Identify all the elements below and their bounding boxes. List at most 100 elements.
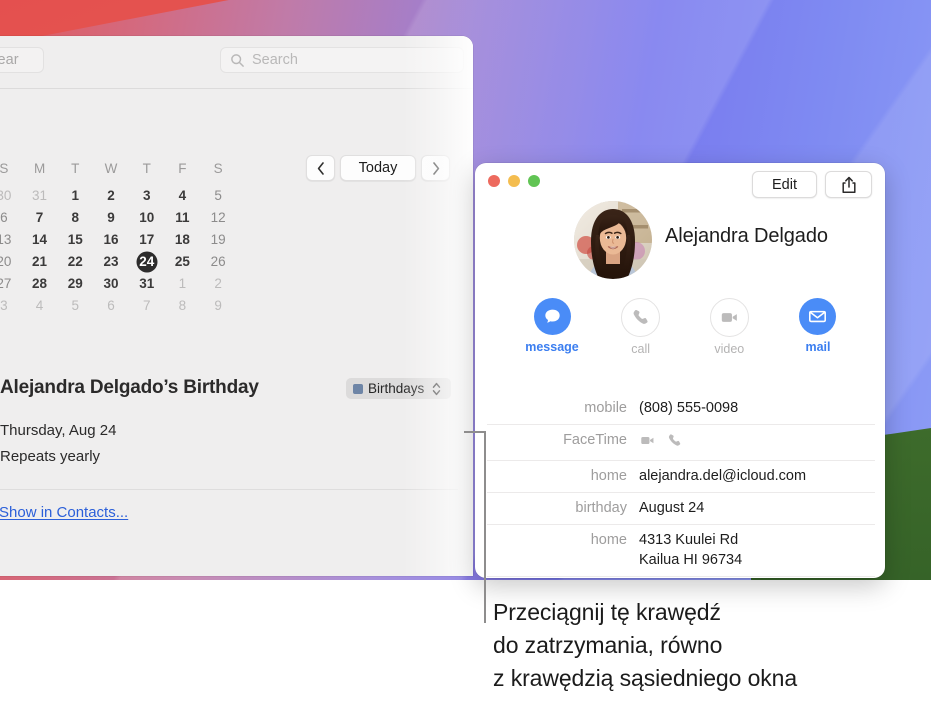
calendar-day-20[interactable]: 20 bbox=[0, 251, 22, 273]
calendar-day-25[interactable]: 25 bbox=[165, 251, 201, 273]
calendar-day-11[interactable]: 11 bbox=[165, 207, 201, 229]
calendar-window: Year Search SMTWTFS 30311234567891011121… bbox=[0, 36, 473, 576]
contact-detail-row[interactable]: home 4313 Kuulei Rd Kailua HI 96734 bbox=[487, 525, 875, 577]
contact-detail-label: mobile bbox=[584, 400, 627, 416]
calendar-day-10[interactable]: 10 bbox=[129, 207, 165, 229]
calendar-day-9[interactable]: 9 bbox=[93, 207, 129, 229]
contact-detail-value: 4313 Kuulei Rd Kailua HI 96734 bbox=[639, 532, 743, 568]
calendar-day-3[interactable]: 3 bbox=[0, 295, 22, 317]
video-icon-button[interactable] bbox=[639, 432, 656, 454]
calendar-day-5[interactable]: 5 bbox=[200, 185, 236, 207]
calendar-prev-button[interactable] bbox=[306, 155, 335, 181]
calendar-search-field[interactable]: Search bbox=[220, 47, 464, 73]
weekday-header-6: S bbox=[213, 161, 223, 176]
edit-button[interactable]: Edit bbox=[752, 171, 817, 198]
calendar-view-year-button[interactable]: Year bbox=[0, 47, 44, 73]
calendar-day-15[interactable]: 15 bbox=[57, 229, 93, 251]
calendar-day-8[interactable]: 8 bbox=[57, 207, 93, 229]
calendar-day-7[interactable]: 7 bbox=[22, 207, 58, 229]
share-icon bbox=[841, 176, 856, 193]
event-date-line: Thursday, Aug 24 bbox=[0, 422, 117, 439]
calendar-day-6[interactable]: 6 bbox=[93, 295, 129, 317]
phone-icon bbox=[633, 309, 648, 324]
caption-line: Przeciągnij tę krawędź bbox=[493, 599, 721, 625]
calendar-day-30[interactable]: 30 bbox=[0, 185, 22, 207]
contact-action-call[interactable]: call bbox=[609, 298, 673, 356]
window-traffic-lights bbox=[488, 175, 540, 187]
contact-detail-value: (808) 555-0098 bbox=[639, 400, 739, 416]
calendar-search-placeholder: Search bbox=[252, 52, 298, 68]
contact-detail-label: FaceTime bbox=[563, 432, 627, 448]
calendar-day-5[interactable]: 5 bbox=[57, 295, 93, 317]
chevron-right-icon bbox=[432, 161, 439, 175]
event-calendar-popup[interactable]: Birthdays bbox=[346, 378, 451, 399]
contact-action-video[interactable]: video bbox=[697, 298, 761, 356]
message-icon bbox=[544, 309, 560, 323]
calendar-day-12[interactable]: 12 bbox=[200, 207, 236, 229]
calendar-day-4[interactable]: 4 bbox=[22, 295, 58, 317]
calendar-day-24[interactable]: 24 bbox=[129, 251, 165, 273]
contact-detail-row[interactable]: home alejandra.del@icloud.com bbox=[487, 461, 875, 493]
calendar-day-31[interactable]: 31 bbox=[22, 185, 58, 207]
calendar-day-26[interactable]: 26 bbox=[200, 251, 236, 273]
minimize-button[interactable] bbox=[508, 175, 520, 187]
calendar-color-swatch-icon bbox=[353, 383, 363, 394]
calendar-day-29[interactable]: 29 bbox=[57, 273, 93, 295]
contact-detail-label: birthday bbox=[575, 500, 627, 516]
calendar-day-19[interactable]: 19 bbox=[200, 229, 236, 251]
contact-action-label-mail: mail bbox=[805, 340, 831, 354]
contact-detail-row[interactable]: FaceTime bbox=[487, 425, 875, 461]
calendar-day-22[interactable]: 22 bbox=[57, 251, 93, 273]
contact-action-label-video: video bbox=[714, 342, 745, 356]
month-week-row: 3456789 bbox=[0, 295, 236, 317]
calendar-day-2[interactable]: 2 bbox=[200, 273, 236, 295]
contact-detail-row[interactable]: mobile (808) 555-0098 bbox=[487, 393, 875, 425]
share-button[interactable] bbox=[825, 171, 872, 198]
calendar-day-8[interactable]: 8 bbox=[165, 295, 201, 317]
event-repeat-line: Repeats yearly bbox=[0, 448, 101, 465]
calendar-next-button[interactable] bbox=[421, 155, 450, 181]
calendar-day-13[interactable]: 13 bbox=[0, 229, 22, 251]
weekday-header-2: T bbox=[71, 161, 80, 176]
chevron-up-down-icon bbox=[433, 382, 441, 395]
search-icon bbox=[231, 54, 244, 67]
calendar-day-2[interactable]: 2 bbox=[93, 185, 129, 207]
contact-action-circle-video bbox=[709, 298, 749, 337]
avatar-photo bbox=[574, 201, 652, 279]
contact-detail-value: alejandra.del@icloud.com bbox=[639, 468, 807, 484]
contact-action-label-message: message bbox=[525, 340, 579, 354]
calendar-day-31[interactable]: 31 bbox=[129, 273, 165, 295]
calendar-day-17[interactable]: 17 bbox=[129, 229, 165, 251]
contact-detail-label: home bbox=[590, 468, 627, 484]
calendar-day-30[interactable]: 30 bbox=[93, 273, 129, 295]
calendar-day-6[interactable]: 6 bbox=[0, 207, 22, 229]
calendar-day-4[interactable]: 4 bbox=[165, 185, 201, 207]
calendar-right-fade bbox=[403, 36, 473, 576]
avatar bbox=[574, 201, 652, 279]
calendar-day-23[interactable]: 23 bbox=[93, 251, 129, 273]
calendar-day-18[interactable]: 18 bbox=[165, 229, 201, 251]
calendar-day-21[interactable]: 21 bbox=[22, 251, 58, 273]
calendar-day-14[interactable]: 14 bbox=[22, 229, 58, 251]
calendar-today-label: Today bbox=[358, 160, 398, 176]
contact-detail-row[interactable]: birthday August 24 bbox=[487, 493, 875, 525]
event-calendar-name: Birthdays bbox=[368, 381, 425, 396]
calendar-day-3[interactable]: 3 bbox=[129, 185, 165, 207]
close-button[interactable] bbox=[488, 175, 500, 187]
calendar-today-button[interactable]: Today bbox=[340, 155, 416, 181]
calendar-day-16[interactable]: 16 bbox=[93, 229, 129, 251]
zoom-button[interactable] bbox=[528, 175, 540, 187]
calendar-nav-group: Today bbox=[306, 155, 450, 181]
weekday-header-3: W bbox=[104, 161, 118, 176]
calendar-day-1[interactable]: 1 bbox=[57, 185, 93, 207]
video-icon bbox=[641, 436, 654, 445]
contact-action-mail[interactable]: mail bbox=[786, 298, 850, 356]
phone-icon-button[interactable] bbox=[666, 432, 683, 454]
show-in-contacts-link[interactable]: Show in Contacts... bbox=[0, 504, 128, 521]
calendar-day-27[interactable]: 27 bbox=[0, 273, 22, 295]
calendar-day-28[interactable]: 28 bbox=[22, 273, 58, 295]
calendar-day-7[interactable]: 7 bbox=[129, 295, 165, 317]
calendar-day-9[interactable]: 9 bbox=[200, 295, 236, 317]
contact-action-message[interactable]: message bbox=[520, 298, 584, 356]
calendar-day-1[interactable]: 1 bbox=[165, 273, 201, 295]
